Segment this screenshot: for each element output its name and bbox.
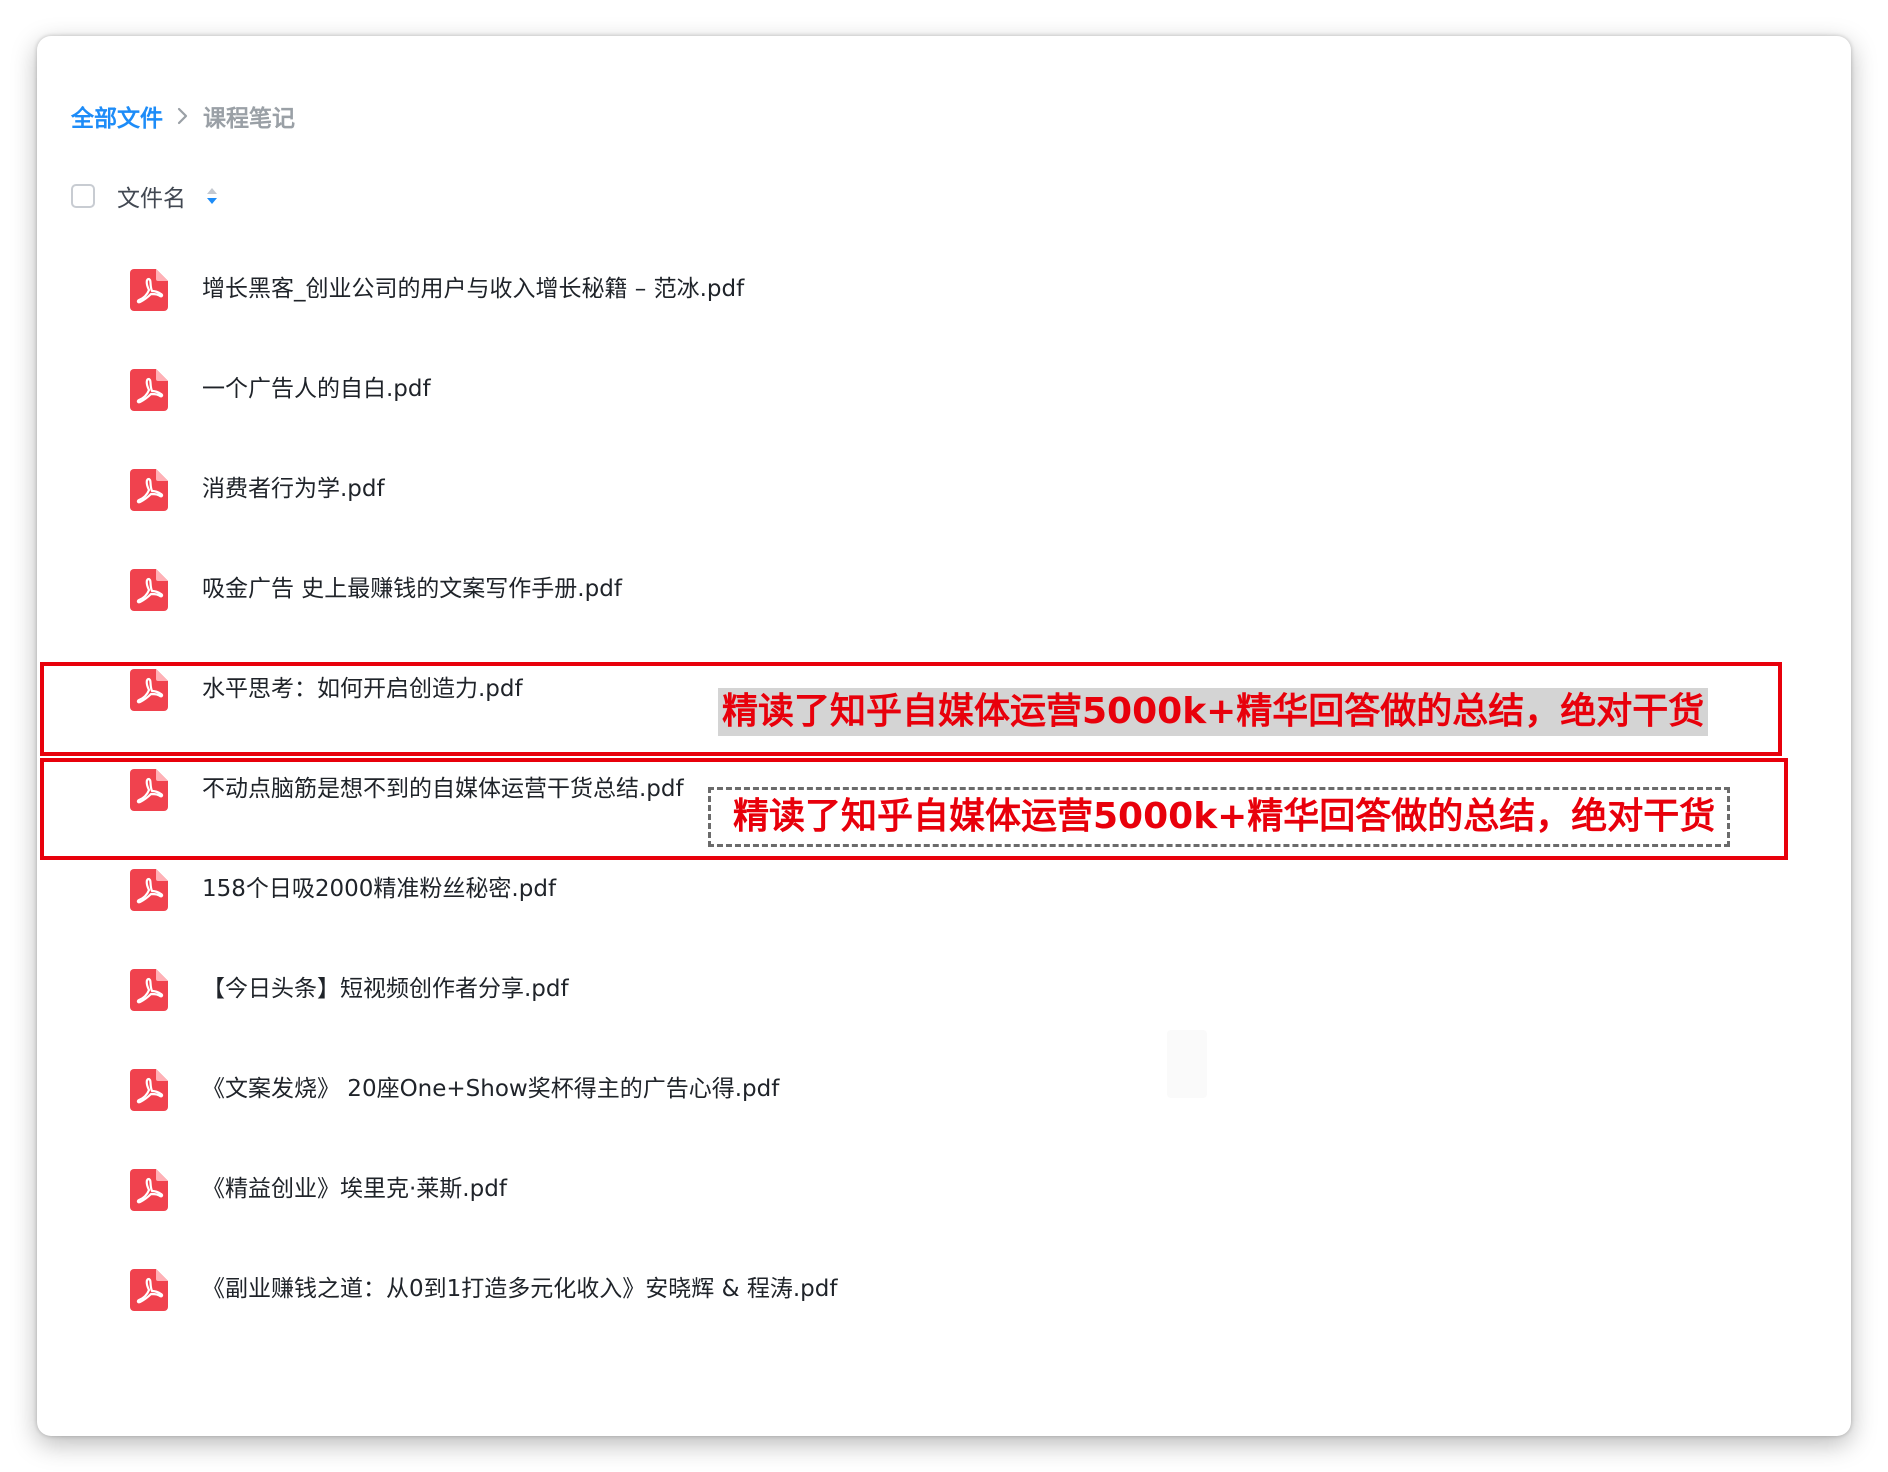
file-name: 《副业赚钱之道：从0到1打造多元化收入》安晓辉 & 程涛.pdf bbox=[202, 1276, 838, 1302]
pdf-icon bbox=[130, 569, 168, 611]
file-name: 一个广告人的自白.pdf bbox=[202, 376, 431, 402]
pdf-icon bbox=[130, 469, 168, 511]
file-row[interactable]: 增长黑客_创业公司的用户与收入增长秘籍 – 范冰.pdf bbox=[37, 239, 1851, 339]
breadcrumb-current: 课程笔记 bbox=[203, 106, 295, 132]
file-name: 《精益创业》埃里克·莱斯.pdf bbox=[202, 1176, 507, 1202]
file-name: 不动点脑筋是想不到的自媒体运营干货总结.pdf bbox=[202, 776, 684, 802]
file-row[interactable]: 【今日头条】短视频创作者分享.pdf bbox=[37, 939, 1851, 1039]
file-name: 《文案发烧》 20座One+Show奖杯得主的广告心得.pdf bbox=[202, 1076, 780, 1102]
select-all-checkbox[interactable] bbox=[71, 184, 95, 208]
file-name: 吸金广告 史上最赚钱的文案写作手册.pdf bbox=[202, 576, 622, 602]
breadcrumb-root-link[interactable]: 全部文件 bbox=[71, 99, 163, 133]
pdf-icon bbox=[130, 369, 168, 411]
ghost-artifact bbox=[1167, 1030, 1207, 1098]
pdf-icon bbox=[130, 1269, 168, 1311]
file-name: 水平思考：如何开启创造力.pdf bbox=[202, 676, 523, 702]
file-name: 消费者行为学.pdf bbox=[202, 476, 385, 502]
file-row[interactable]: 吸金广告 史上最赚钱的文案写作手册.pdf bbox=[37, 539, 1851, 639]
file-row[interactable]: 《副业赚钱之道：从0到1打造多元化收入》安晓辉 & 程涛.pdf bbox=[37, 1239, 1851, 1339]
file-name: 增长黑客_创业公司的用户与收入增长秘籍 – 范冰.pdf bbox=[202, 276, 745, 302]
file-name: 158个日吸2000精准粉丝秘密.pdf bbox=[202, 876, 557, 902]
pdf-icon bbox=[130, 1169, 168, 1211]
pdf-icon bbox=[130, 869, 168, 911]
list-header: 文件名 bbox=[71, 174, 220, 218]
file-name: 【今日头条】短视频创作者分享.pdf bbox=[202, 976, 569, 1002]
column-title-filename: 文件名 bbox=[117, 186, 186, 212]
file-row[interactable]: 消费者行为学.pdf bbox=[37, 439, 1851, 539]
sort-icon[interactable] bbox=[204, 183, 220, 209]
pdf-icon bbox=[130, 769, 168, 811]
pdf-icon bbox=[130, 1069, 168, 1111]
pdf-icon bbox=[130, 269, 168, 311]
pdf-icon bbox=[130, 969, 168, 1011]
chevron-right-icon bbox=[177, 107, 188, 125]
breadcrumb: 全部文件 课程笔记 bbox=[71, 96, 295, 136]
file-row[interactable]: 一个广告人的自白.pdf bbox=[37, 339, 1851, 439]
pdf-icon bbox=[130, 669, 168, 711]
file-row[interactable]: 158个日吸2000精准粉丝秘密.pdf bbox=[37, 839, 1851, 939]
annotation-note-row-6: 精读了知乎自媒体运营5000k+精华回答做的总结，绝对干货 bbox=[718, 688, 1709, 736]
file-row[interactable]: 《文案发烧》 20座One+Show奖杯得主的广告心得.pdf bbox=[37, 1039, 1851, 1139]
file-browser-panel: 全部文件 课程笔记 文件名 增长黑客_创业公司的用户与收入增长秘籍 – 范冰.p… bbox=[37, 36, 1851, 1436]
annotation-note-row-7: 精读了知乎自媒体运营5000k+精华回答做的总结，绝对干货 bbox=[708, 787, 1730, 847]
file-row[interactable]: 《精益创业》埃里克·莱斯.pdf bbox=[37, 1139, 1851, 1239]
